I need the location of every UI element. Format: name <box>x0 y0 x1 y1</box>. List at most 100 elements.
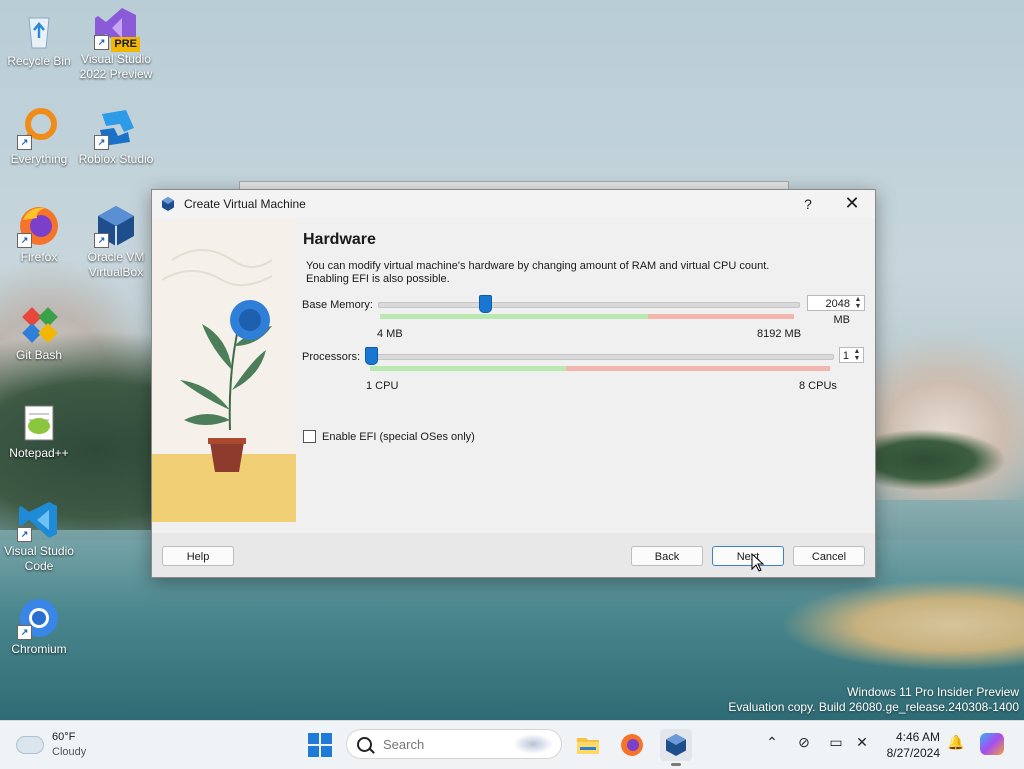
desktop-icon-label: Roblox Studio <box>78 152 154 166</box>
volume-muted-icon[interactable]: ✕ <box>852 734 872 751</box>
virtualbox-icon: ↗ <box>94 204 138 248</box>
desktop-icon-label: Recycle Bin <box>7 54 71 68</box>
desktop-icon-virtualbox[interactable]: ↗ Oracle VM VirtualBox <box>78 204 154 280</box>
page-title: Hardware <box>303 231 376 248</box>
weather-widget[interactable]: 60°F Cloudy <box>16 730 86 760</box>
roblox-studio-icon: ↗ <box>94 106 138 150</box>
help-icon[interactable]: ? <box>801 196 815 212</box>
taskbar-search[interactable] <box>346 729 562 759</box>
display-icon[interactable]: ▭ <box>826 734 846 751</box>
notification-bell-icon[interactable]: 🔔 <box>946 734 966 751</box>
enable-efi-checkbox[interactable] <box>303 430 316 443</box>
page-description: You can modify virtual machine's hardwar… <box>306 260 770 285</box>
desktop-icon-chromium[interactable]: ↗ Chromium <box>1 596 77 657</box>
cancel-button[interactable]: Cancel <box>793 546 865 566</box>
shortcut-arrow-icon: ↗ <box>17 527 32 542</box>
processors-label: Processors: <box>302 351 361 363</box>
visual-studio-icon: PRE ↗ <box>94 6 140 52</box>
base-memory-scale <box>380 314 794 319</box>
windows-watermark: Windows 11 Pro Insider Preview Evaluatio… <box>728 685 1019 715</box>
wizard-illustration <box>152 220 296 522</box>
desktop-icon-label: Visual Studio Code <box>4 544 74 573</box>
search-icon <box>357 737 372 752</box>
watermark-line1: Windows 11 Pro Insider Preview <box>847 685 1019 699</box>
processors-scale <box>370 366 830 371</box>
enable-efi-label: Enable EFI (special OSes only) <box>322 430 475 443</box>
processors-value: 1 <box>842 350 849 362</box>
chromium-icon: ↗ <box>17 596 61 640</box>
taskbar-clock[interactable]: 4:46 AM 8/27/2024 <box>880 729 940 761</box>
firefox-icon: ↗ <box>17 204 61 248</box>
processors-min-label: 1 CPU <box>366 380 399 392</box>
desktop-icon-recycle-bin[interactable]: Recycle Bin <box>1 8 77 69</box>
clock-time: 4:46 AM <box>895 730 940 744</box>
desktop-icon-notepad-plus-plus[interactable]: Notepad++ <box>1 400 77 461</box>
file-explorer-icon <box>577 738 599 754</box>
start-button[interactable] <box>308 733 332 757</box>
preview-badge: PRE <box>111 37 140 52</box>
close-icon[interactable]: ✕ <box>843 193 861 214</box>
virtualbox-icon <box>162 197 174 211</box>
desktop-icon-visual-studio[interactable]: PRE ↗ Visual Studio 2022 Preview <box>78 6 154 82</box>
active-indicator <box>671 763 681 766</box>
watermark-line2: Evaluation copy. Build 26080.ge_release.… <box>728 700 1019 714</box>
wizard-content: Hardware You can modify virtual machine'… <box>302 220 872 520</box>
spin-arrows-icon[interactable]: ▲ ▼ <box>852 348 862 362</box>
base-memory-max-label: 8192 MB <box>757 328 802 340</box>
desktop-icon-git-bash[interactable]: Git Bash <box>1 302 77 363</box>
processors-slider-handle[interactable] <box>365 347 378 365</box>
processors-spinbox[interactable]: 1 ▲ ▼ <box>839 347 864 363</box>
vscode-icon: ↗ <box>17 498 61 542</box>
wallpaper-shore <box>784 580 1024 670</box>
shortcut-arrow-icon: ↗ <box>17 625 32 640</box>
desktop-icon-label: Oracle VM VirtualBox <box>87 250 145 279</box>
taskbar-app-virtualbox[interactable] <box>660 729 692 766</box>
mouse-cursor-icon <box>751 553 765 572</box>
help-button[interactable]: Help <box>162 546 234 566</box>
desktop-icon-label: Firefox <box>20 250 58 264</box>
enable-efi-row[interactable]: Enable EFI (special OSes only) <box>303 430 475 443</box>
base-memory-slider-track[interactable] <box>378 302 800 308</box>
firefox-icon <box>621 734 643 756</box>
dialog-title: Create Virtual Machine <box>184 197 306 211</box>
recycle-bin-icon <box>17 8 61 52</box>
copilot-icon[interactable] <box>980 733 1004 755</box>
desktop-icon-firefox[interactable]: ↗ Firefox <box>1 204 77 265</box>
desktop-icon-label: Git Bash <box>15 348 63 362</box>
base-memory-min-label: 4 MB <box>377 328 403 340</box>
everything-search-icon: ↗ <box>17 106 61 150</box>
taskbar: 60°F Cloudy ⌃ ⊘ ▭ ✕ 4:46 AM 8/27/2024 🔔 <box>0 720 1024 769</box>
dialog-titlebar[interactable]: Create Virtual Machine ? ✕ <box>152 190 875 218</box>
network-offline-icon[interactable]: ⊘ <box>794 734 814 751</box>
plant-illustration <box>152 249 296 522</box>
weather-condition: Cloudy <box>52 746 87 758</box>
desktop-icon-everything[interactable]: ↗ Everything <box>1 106 77 167</box>
shortcut-arrow-icon: ↗ <box>94 135 109 150</box>
desktop-icon-roblox-studio[interactable]: ↗ Roblox Studio <box>78 106 154 167</box>
base-memory-value: 2048 MB <box>825 298 850 326</box>
search-highlight-icon <box>513 734 553 754</box>
back-button[interactable]: Back <box>631 546 703 566</box>
next-button[interactable]: Next <box>712 546 784 566</box>
search-input[interactable] <box>381 736 505 753</box>
shortcut-arrow-icon: ↗ <box>17 135 32 150</box>
weather-temp: 60°F <box>52 731 76 743</box>
taskbar-app-file-explorer[interactable] <box>572 729 604 761</box>
processors-max-label: 8 CPUs <box>799 380 837 392</box>
git-bash-icon <box>17 302 61 346</box>
taskbar-app-firefox[interactable] <box>616 729 648 761</box>
shortcut-arrow-icon: ↗ <box>94 233 109 248</box>
desktop-icon-label: Everything <box>10 152 68 166</box>
show-hidden-icons-chevron-icon[interactable]: ⌃ <box>762 734 782 751</box>
cloud-icon <box>16 736 44 754</box>
windows-logo-icon <box>308 733 319 744</box>
shortcut-arrow-icon: ↗ <box>94 35 109 50</box>
desktop-icon-label: Chromium <box>11 642 67 656</box>
desktop-icon-label: Notepad++ <box>9 446 69 460</box>
processors-slider-track[interactable] <box>366 354 834 360</box>
spin-arrows-icon[interactable]: ▲ ▼ <box>853 296 863 310</box>
desktop-icon-label: Visual Studio 2022 Preview <box>79 52 153 81</box>
base-memory-slider-handle[interactable] <box>478 295 492 313</box>
base-memory-spinbox[interactable]: 2048 MB ▲ ▼ <box>807 295 865 326</box>
desktop-icon-vscode[interactable]: ↗ Visual Studio Code <box>1 498 77 574</box>
